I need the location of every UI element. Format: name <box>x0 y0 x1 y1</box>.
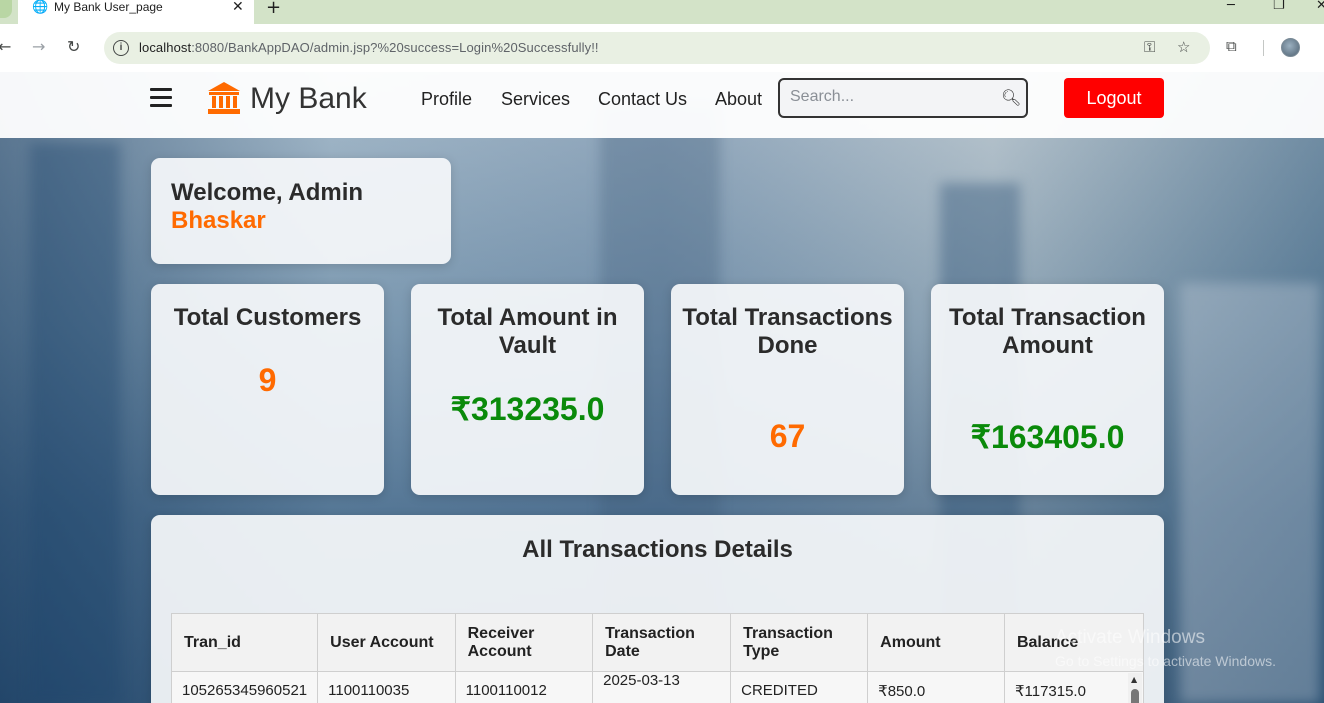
bank-building-icon <box>208 82 240 114</box>
transactions-table: Tran_id User Account Receiver Account Tr… <box>170 613 1145 703</box>
col-header-amount: Amount <box>867 613 1005 672</box>
stat-card-vault-amount: Total Amount in Vault ₹313235.0 <box>411 284 644 495</box>
forward-icon[interactable]: → <box>32 37 45 56</box>
stat-card-transaction-amount: Total Transaction Amount ₹163405.0 <box>931 284 1164 495</box>
stat-title: Total Transaction Amount <box>949 304 1146 359</box>
reload-icon[interactable]: ↻ <box>67 37 80 56</box>
activate-windows-watermark: Activate Windows Go to Settings to activ… <box>1055 627 1276 669</box>
table-header-row: Tran_id User Account Receiver Account Tr… <box>170 613 1145 672</box>
table-scrollbar[interactable]: ▲ <box>1128 673 1142 703</box>
extensions-puzzle-icon[interactable]: ⧉ <box>1226 37 1237 55</box>
stat-title: Total Amount in Vault <box>437 304 618 359</box>
globe-icon: 🌐 <box>32 0 49 15</box>
toolbar-divider <box>1263 40 1264 56</box>
nav-link-services[interactable]: Services <box>501 89 570 110</box>
stat-value: 9 <box>258 362 277 398</box>
welcome-card: Welcome, Admin Bhaskar <box>151 158 451 264</box>
stat-title: Total Transactions Done <box>682 304 893 359</box>
minimize-icon[interactable]: ─ <box>1227 0 1235 13</box>
admin-name: Bhaskar <box>171 207 266 234</box>
col-header-transaction-type: Transaction Type <box>730 613 869 672</box>
cell-tran-id: 105265345960521 <box>170 671 319 703</box>
cell-balance: ₹117315.0 <box>1003 671 1145 703</box>
table-row: 105265345960521 1100110035 1100110012 20… <box>170 671 1145 703</box>
transactions-title: All Transactions Details <box>522 536 793 563</box>
stat-value: 67 <box>769 418 806 454</box>
close-window-icon[interactable]: ✕ <box>1316 0 1324 13</box>
stat-card-transactions-done: Total Transactions Done 67 <box>671 284 904 495</box>
close-tab-icon[interactable]: ✕ <box>232 0 244 15</box>
welcome-text: Welcome, Admin <box>171 179 364 206</box>
logout-button[interactable]: Logout <box>1064 78 1164 118</box>
cell-amount: ₹850.0 <box>867 671 1005 703</box>
cell-transaction-date: 2025-03-13 <box>592 671 732 703</box>
search-icon[interactable]: 🔍︎ <box>1001 88 1021 107</box>
hamburger-menu-icon[interactable] <box>150 88 172 108</box>
browser-tab-strip: 🌐 My Bank User_page ✕ + ─ ❐ ✕ <box>0 0 1324 24</box>
nav-link-about[interactable]: About <box>715 89 762 110</box>
restore-icon[interactable]: ❐ <box>1273 0 1285 13</box>
stat-card-total-customers: Total Customers 9 <box>151 284 384 495</box>
stat-value: ₹163405.0 <box>970 419 1125 455</box>
stat-title: Total Customers <box>173 304 362 331</box>
cell-receiver-account: 1100110012 <box>454 671 594 703</box>
browser-toolbar: ← → ↻ i localhost:8080/BankAppDAO/admin.… <box>0 24 1324 72</box>
site-navbar: My Bank Profile Services Contact Us Abou… <box>0 72 1324 138</box>
browser-tab-active[interactable]: 🌐 My Bank User_page ✕ <box>18 0 254 24</box>
brand-name[interactable]: My Bank <box>250 82 367 116</box>
back-icon[interactable]: ← <box>0 37 11 56</box>
new-tab-icon[interactable]: + <box>266 0 281 18</box>
profile-avatar[interactable] <box>1281 38 1300 57</box>
cell-user-account: 1100110035 <box>317 671 456 703</box>
col-header-transaction-date: Transaction Date <box>592 613 732 672</box>
stat-value: ₹313235.0 <box>450 391 605 427</box>
scrollbar-thumb[interactable] <box>1131 689 1139 703</box>
nav-link-contact-us[interactable]: Contact Us <box>598 89 687 110</box>
watermark-line-1: Activate Windows <box>1055 627 1205 648</box>
password-key-icon[interactable]: ⚿ <box>1144 38 1155 56</box>
search-box: 🔍︎ <box>778 78 1028 118</box>
address-bar[interactable]: i localhost:8080/BankAppDAO/admin.jsp?%2… <box>104 32 1210 64</box>
previous-tab-edge[interactable] <box>0 0 12 18</box>
scroll-up-arrow-icon[interactable]: ▲ <box>1131 675 1137 684</box>
cell-transaction-type: CREDITED <box>730 671 869 703</box>
col-header-tran-id: Tran_id <box>170 613 319 672</box>
col-header-receiver-account: Receiver Account <box>454 613 594 672</box>
url-text[interactable]: localhost:8080/BankAppDAO/admin.jsp?%20s… <box>139 40 599 55</box>
search-input[interactable] <box>790 88 990 106</box>
nav-link-profile[interactable]: Profile <box>421 89 472 110</box>
transactions-panel: All Transactions Details Tran_id User Ac… <box>151 515 1164 703</box>
bookmark-star-icon[interactable]: ☆ <box>1177 38 1190 56</box>
background-building <box>30 143 120 703</box>
tab-title: My Bank User_page <box>54 0 163 14</box>
watermark-line-2: Go to Settings to activate Windows. <box>1055 653 1276 669</box>
site-info-icon[interactable]: i <box>113 40 129 56</box>
col-header-user-account: User Account <box>317 613 456 672</box>
page-background: My Bank Profile Services Contact Us Abou… <box>0 72 1324 703</box>
